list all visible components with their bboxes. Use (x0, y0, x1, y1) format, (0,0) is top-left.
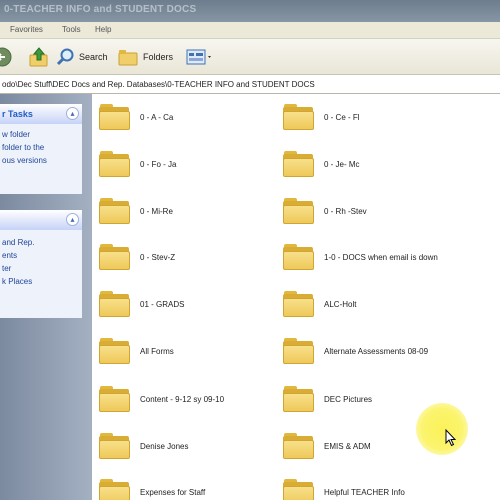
folder-name: Content - 9-12 sy 09-10 (140, 394, 225, 404)
folder-item[interactable]: DEC Pictures (282, 379, 372, 419)
folder-item[interactable]: Denise Jones (98, 426, 188, 466)
menu-favorites[interactable]: Favorites (10, 25, 43, 34)
menu-tools[interactable]: Tools (62, 25, 81, 34)
search-icon (56, 48, 74, 66)
place-network-places[interactable]: k Places (0, 275, 82, 288)
up-folder-icon (29, 47, 48, 67)
file-tasks-header[interactable]: r Tasks ▴ (0, 104, 82, 124)
folder-name: Expenses for Staff (140, 487, 206, 497)
place-dec-docs[interactable]: and Rep. (0, 236, 82, 249)
folder-icon (282, 290, 316, 318)
folder-name: 1-0 - DOCS when email is down (324, 252, 438, 262)
folder-name: 0 - Ce - Fl (324, 112, 360, 122)
folders-label: Folders (143, 52, 174, 62)
task-pane: r Tasks ▴ w folder folder to the ous ver… (0, 94, 92, 500)
back-button[interactable] (0, 45, 12, 69)
folder-icon (98, 385, 132, 413)
other-places-header[interactable]: ▴ (0, 210, 82, 230)
folder-item[interactable]: 0 - Fo - Ja (98, 144, 176, 184)
folder-item[interactable]: 01 - GRADS (98, 284, 184, 324)
folder-item[interactable]: 0 - Ce - Fl (282, 97, 360, 137)
folder-name: EMIS & ADM (324, 441, 371, 451)
folder-item[interactable]: Expenses for Staff (98, 472, 205, 500)
folder-name: Alternate Assessments 08-09 (324, 346, 429, 356)
file-tasks-title: r Tasks (2, 109, 33, 119)
folder-item[interactable]: EMIS & ADM (282, 426, 371, 466)
folder-icon (282, 150, 316, 178)
folder-item[interactable]: Content - 9-12 sy 09-10 (98, 379, 224, 419)
folder-name: 0 - Stev-Z (140, 252, 176, 262)
task-new-folder[interactable]: w folder (0, 128, 82, 141)
folder-icon (282, 197, 316, 225)
folder-icon (282, 432, 316, 460)
window-title: 0-TEACHER INFO and STUDENT DOCS (4, 4, 197, 15)
folder-name: 0 - A - Ca (140, 112, 174, 122)
folder-icon (98, 243, 132, 271)
folder-item[interactable]: 0 - Stev-Z (98, 237, 175, 277)
collapse-icon[interactable]: ▴ (66, 107, 79, 120)
search-button[interactable]: Search (56, 45, 108, 69)
title-bar: 0-TEACHER INFO and STUDENT DOCS (0, 0, 500, 22)
folder-icon (98, 478, 132, 500)
task-previous-versions[interactable]: ous versions (0, 154, 82, 167)
search-label: Search (79, 52, 108, 62)
folder-item[interactable]: 0 - Mi-Re (98, 191, 173, 231)
task-publish-folder[interactable]: folder to the (0, 141, 82, 154)
address-path: odo\Dec Stuff\DEC Docs and Rep. Database… (2, 80, 315, 89)
menu-bar: Favorites Tools Help (0, 22, 500, 39)
folder-name: 0 - Fo - Ja (140, 159, 177, 169)
views-button[interactable] (186, 45, 214, 69)
folder-icon (282, 478, 316, 500)
folder-item[interactable]: 1-0 - DOCS when email is down (282, 237, 438, 277)
up-folder-button[interactable] (28, 45, 50, 69)
folder-name: Denise Jones (140, 441, 189, 451)
folder-item[interactable]: Helpful TEACHER Info (282, 472, 405, 500)
folder-icon (98, 290, 132, 318)
folder-item[interactable]: ALC-Holt (282, 284, 356, 324)
folder-icon (98, 432, 132, 460)
mouse-pointer-icon (445, 429, 457, 447)
folder-name: 0 - Rh -Stev (324, 206, 367, 216)
folder-name: Helpful TEACHER Info (324, 487, 405, 497)
folder-name: 01 - GRADS (140, 299, 185, 309)
file-tasks-panel: r Tasks ▴ w folder folder to the ous ver… (0, 104, 82, 194)
collapse-icon[interactable]: ▴ (66, 213, 79, 226)
folder-item[interactable]: 0 - Je- Mc (282, 144, 360, 184)
folder-icon (282, 385, 316, 413)
folder-icon (282, 337, 316, 365)
folders-icon (118, 50, 138, 66)
folder-name: All Forms (140, 346, 174, 356)
folder-item[interactable]: All Forms (98, 331, 174, 371)
place-my-computer[interactable]: ter (0, 262, 82, 275)
folders-button[interactable]: Folders (118, 45, 173, 69)
toolbar: Search Folders (0, 39, 500, 75)
folder-name: 0 - Je- Mc (324, 159, 360, 169)
folder-icon (98, 337, 132, 365)
folder-icon (98, 150, 132, 178)
back-icon (0, 47, 12, 67)
folder-item[interactable]: 0 - Rh -Stev (282, 191, 367, 231)
views-icon (186, 49, 211, 65)
folder-icon (98, 103, 132, 131)
folder-item[interactable]: Alternate Assessments 08-09 (282, 331, 428, 371)
folder-icon (282, 103, 316, 131)
folder-icon (282, 243, 316, 271)
folder-name: ALC-Holt (324, 299, 357, 309)
address-bar[interactable]: odo\Dec Stuff\DEC Docs and Rep. Database… (0, 76, 500, 94)
menu-help[interactable]: Help (95, 25, 111, 34)
place-my-documents[interactable]: ents (0, 249, 82, 262)
folder-icon (98, 197, 132, 225)
folder-item[interactable]: 0 - A - Ca (98, 97, 173, 137)
folder-name: DEC Pictures (324, 394, 373, 404)
folder-name: 0 - Mi-Re (140, 206, 173, 216)
cursor-highlight (416, 403, 468, 455)
other-places-panel: ▴ and Rep. ents ter k Places (0, 210, 82, 318)
